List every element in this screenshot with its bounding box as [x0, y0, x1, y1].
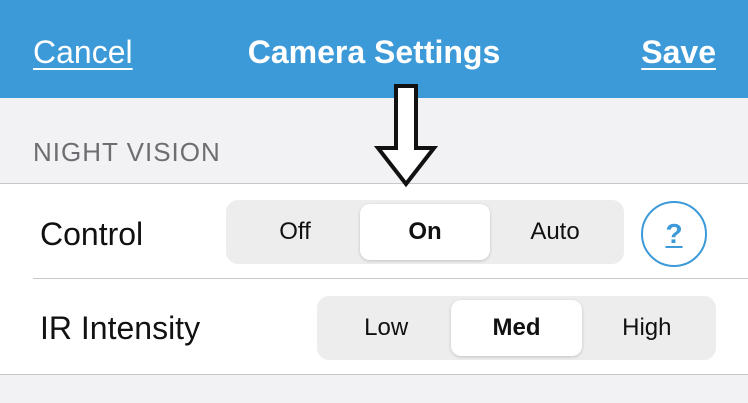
control-label: Control — [40, 216, 144, 252]
ir-option-high[interactable]: High — [582, 300, 712, 356]
ir-intensity-label: IR Intensity — [40, 310, 201, 346]
question-mark-icon: ? — [665, 218, 683, 249]
page-title: Camera Settings — [247, 34, 501, 70]
control-option-on[interactable]: On — [360, 204, 490, 260]
down-arrow-icon — [374, 84, 438, 188]
help-button[interactable]: ? — [641, 201, 707, 267]
row-divider — [33, 278, 748, 279]
control-option-auto[interactable]: Auto — [490, 204, 620, 260]
ir-option-med[interactable]: Med — [451, 300, 582, 356]
section-header-night-vision: NIGHT VISION — [33, 137, 221, 167]
save-button[interactable]: Save — [641, 34, 716, 71]
night-vision-group: Control Off On Auto ? IR Intensity Low M… — [0, 183, 748, 375]
control-segmented-control: Off On Auto — [226, 200, 624, 264]
control-option-off[interactable]: Off — [230, 204, 360, 260]
ir-option-low[interactable]: Low — [321, 300, 451, 356]
ir-intensity-segmented-control: Low Med High — [317, 296, 716, 360]
